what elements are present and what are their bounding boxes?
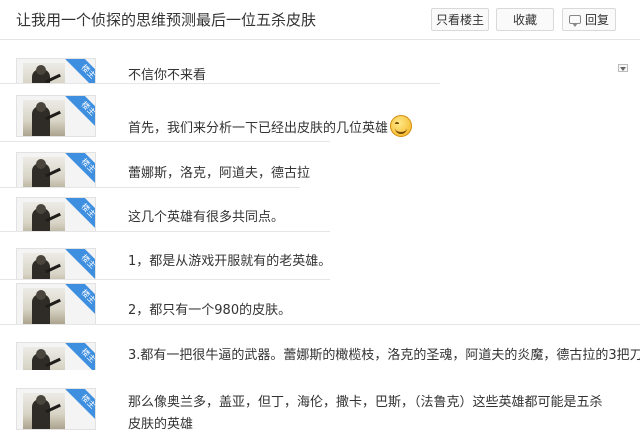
op-badge: 楼主 xyxy=(59,389,95,425)
avatar[interactable]: 楼主 xyxy=(16,342,96,370)
avatar[interactable]: 楼主 xyxy=(16,197,96,231)
reply-icon xyxy=(568,15,581,27)
post-text: 首先，我们来分析一下已经出皮肤的几位英雄 xyxy=(128,114,413,140)
avatar[interactable]: 楼主 xyxy=(16,58,96,83)
collect-button[interactable]: 收藏 xyxy=(496,8,554,31)
post-item: 楼主 蕾娜斯，洛克，阿道夫，德古拉 xyxy=(0,141,640,187)
post-text: 那么像奥兰多，盖亚，但丁，海伦，撒卡，巴斯，（法鲁克）这些英雄都可能是五杀皮肤的… xyxy=(128,395,603,432)
avatar[interactable]: 楼主 xyxy=(16,388,96,430)
post-item: 楼主 3.都有一把很牛逼的武器。蕾娜斯的橄榄枝，洛克的圣魂，阿道夫的炎魔，德古拉… xyxy=(0,324,640,370)
op-badge: 楼主 xyxy=(59,198,95,231)
post-text: 这几个英雄有很多共同点。 xyxy=(128,210,285,225)
avatar[interactable]: 楼主 xyxy=(16,152,96,187)
reply-button[interactable]: 回复 xyxy=(562,8,616,31)
avatar[interactable]: 楼主 xyxy=(16,283,96,324)
op-badge: 楼主 xyxy=(59,59,95,83)
only-op-button[interactable]: 只看楼主 xyxy=(431,8,489,31)
op-badge: 楼主 xyxy=(59,96,95,132)
op-badge: 楼主 xyxy=(59,249,95,279)
post-item: 楼主 首先，我们来分析一下已经出皮肤的几位英雄 xyxy=(0,83,640,141)
op-badge: 楼主 xyxy=(59,153,95,187)
post-text: 1，都是从游戏开服就有的老英雄。 xyxy=(128,254,332,269)
post-item: 楼主 2，都只有一个980的皮肤。 xyxy=(0,279,640,324)
smile-emoji-icon xyxy=(390,114,413,137)
post-item: 楼主 那么像奥兰多，盖亚，但丁，海伦，撒卡，巴斯，（法鲁克）这些英雄都可能是五杀… xyxy=(0,370,640,439)
top-bar: 让我用一个侦探的思维预测最后一位五杀皮肤 只看楼主 收藏 回复 xyxy=(0,0,640,40)
post-item: 楼主 不信你不来看 xyxy=(0,41,640,83)
op-badge: 楼主 xyxy=(59,284,95,320)
post-text-content: 首先，我们来分析一下已经出皮肤的几位英雄 xyxy=(128,121,389,136)
thread-title: 让我用一个侦探的思维预测最后一位五杀皮肤 xyxy=(16,11,317,29)
post-item: 楼主 这几个英雄有很多共同点。 xyxy=(0,187,640,231)
avatar[interactable]: 楼主 xyxy=(16,248,96,279)
post-text: 2，都只有一个980的皮肤。 xyxy=(128,303,292,318)
post-text: 蕾娜斯，洛克，阿道夫，德古拉 xyxy=(128,166,311,181)
avatar[interactable]: 楼主 xyxy=(16,95,96,137)
post-text: 3.都有一把很牛逼的武器。蕾娜斯的橄榄枝，洛克的圣魂，阿道夫的炎魔，德古拉的3把… xyxy=(128,348,640,363)
post-item: 楼主 1，都是从游戏开服就有的老英雄。 xyxy=(0,231,640,279)
reply-label: 回复 xyxy=(584,13,609,27)
op-badge: 楼主 xyxy=(59,343,95,370)
post-text: 不信你不来看 xyxy=(128,68,207,83)
